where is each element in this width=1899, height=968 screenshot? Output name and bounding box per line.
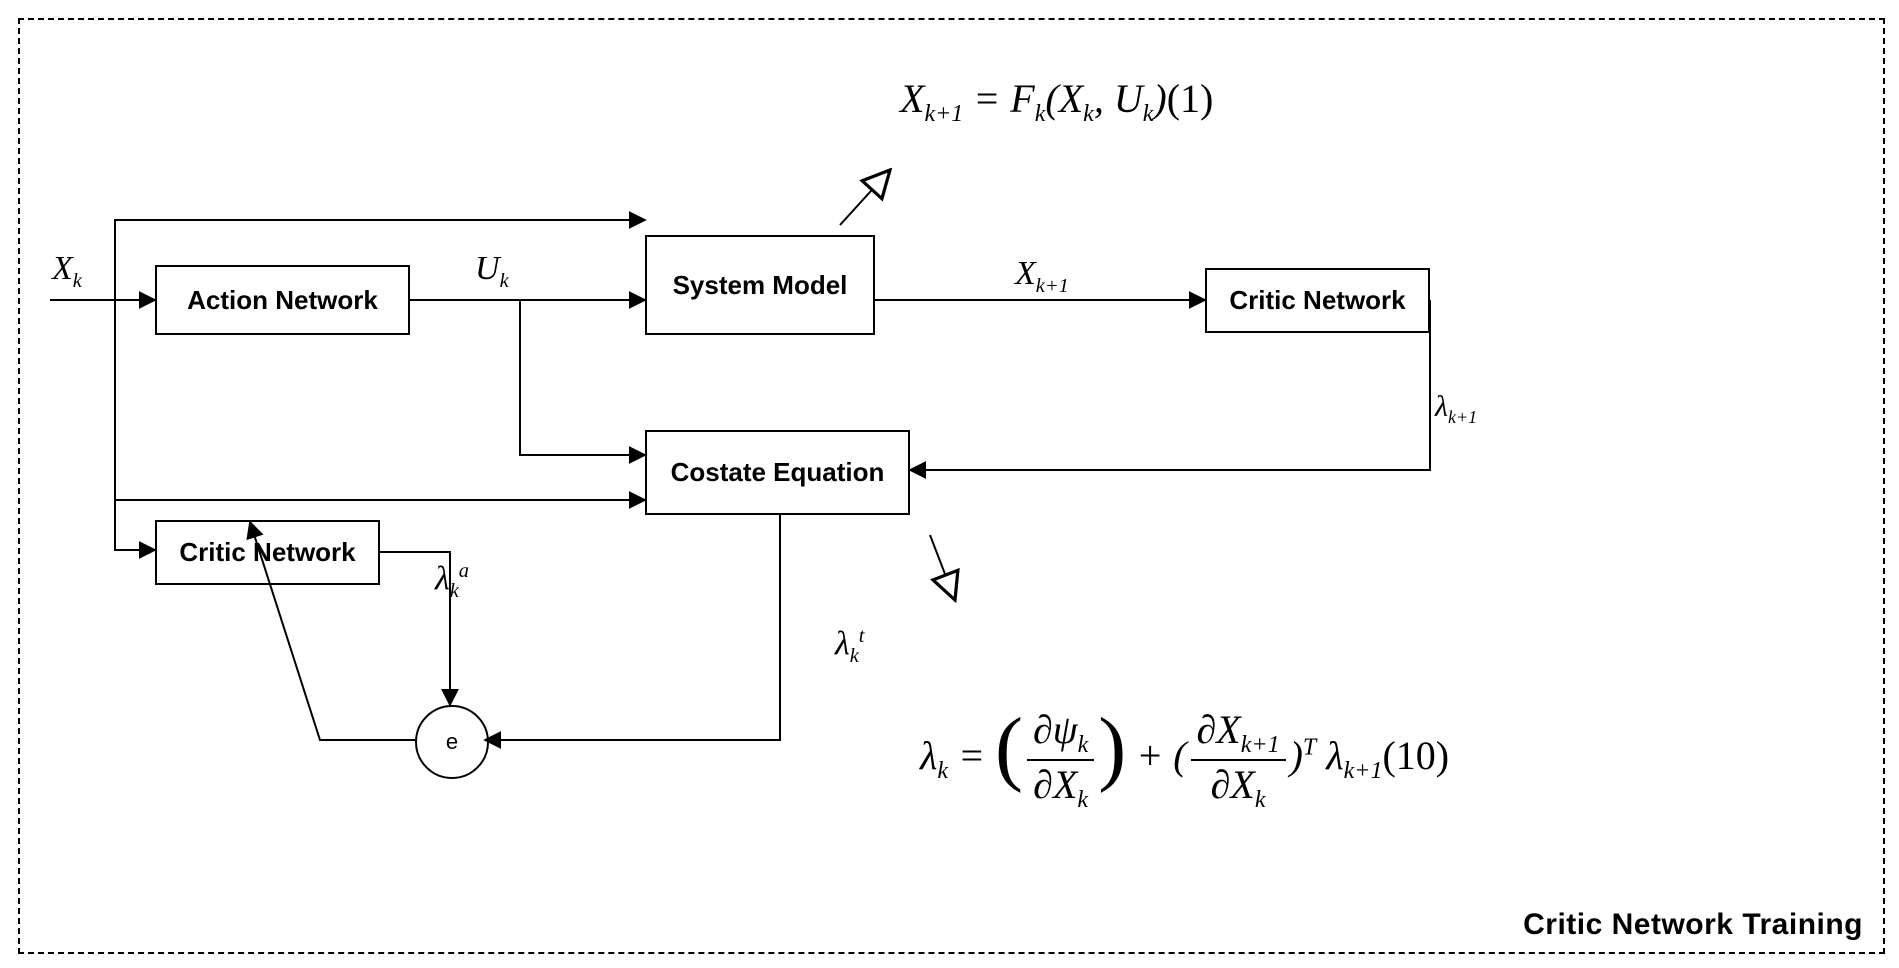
equation-costate: λk = (∂ψk∂Xk) + (∂Xk+1∂Xk)T λk+1(10) xyxy=(920,700,1449,814)
equation-system: Xk+1 = Fk(Xk, Uk)(1) xyxy=(900,75,1213,128)
costate-equation-box: Costate Equation xyxy=(645,430,910,515)
diagram-canvas: Action Network System Model Critic Netwo… xyxy=(0,0,1899,968)
action-network-box: Action Network xyxy=(155,265,410,335)
label-lambda-kt: λkt xyxy=(835,625,864,668)
costate-equation-label: Costate Equation xyxy=(671,457,885,488)
frame-title: Critic Network Training xyxy=(1523,908,1863,942)
critic-left-box: Critic Network xyxy=(155,520,380,585)
error-node: e xyxy=(415,705,489,779)
label-xk1: Xk+1 xyxy=(1015,255,1069,298)
label-lambda-k1: λk+1 xyxy=(1435,390,1477,428)
label-uk: Uk xyxy=(475,250,509,293)
action-network-label: Action Network xyxy=(187,285,378,316)
label-lambda-ka: λka xyxy=(435,560,469,603)
error-node-label: e xyxy=(446,729,458,755)
outer-frame: Action Network System Model Critic Netwo… xyxy=(18,18,1885,954)
critic-left-label: Critic Network xyxy=(179,537,355,568)
system-model-box: System Model xyxy=(645,235,875,335)
system-model-label: System Model xyxy=(673,270,848,301)
critic-right-box: Critic Network xyxy=(1205,268,1430,333)
label-xk: Xk xyxy=(52,250,82,293)
critic-right-label: Critic Network xyxy=(1229,285,1405,316)
